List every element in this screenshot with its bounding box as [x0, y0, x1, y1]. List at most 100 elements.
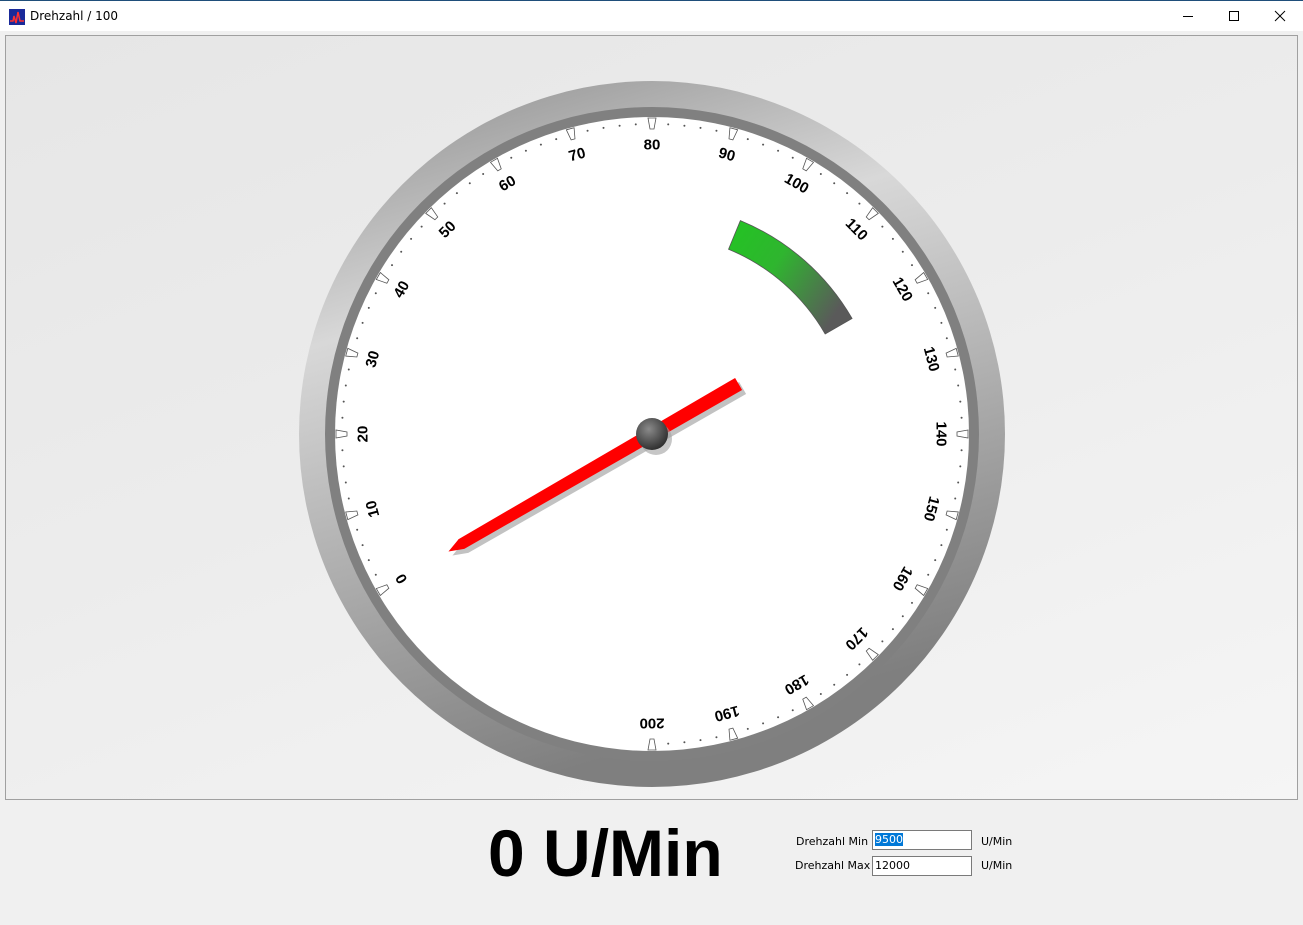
minor-tick — [374, 573, 377, 576]
minor-tick — [940, 321, 943, 324]
scale-label: 140 — [933, 421, 950, 446]
maximize-button[interactable] — [1211, 1, 1257, 31]
minor-tick — [954, 368, 957, 371]
minor-tick — [539, 143, 542, 146]
window-title: Drehzahl / 100 — [30, 9, 119, 23]
minor-tick — [374, 292, 377, 295]
minor-tick — [683, 124, 686, 127]
minor-tick — [342, 400, 345, 403]
scale-label: 80 — [644, 137, 661, 154]
minor-tick — [634, 123, 637, 126]
speed-gauge: 010203040506070 80 90100110120130140150160… — [299, 81, 1005, 787]
minor-tick — [960, 449, 963, 452]
minor-tick — [833, 182, 836, 185]
minor-tick — [891, 237, 894, 240]
gauge-panel: 0 10 20 30 40 50 60 70 80 90 100 110 120 130 140 150 160… — [5, 35, 1298, 800]
minor-tick — [342, 465, 345, 468]
min-unit: U/Min — [981, 835, 1013, 848]
minor-tick — [957, 384, 960, 387]
minor-tick — [819, 173, 822, 176]
minor-tick — [667, 742, 670, 745]
minor-tick — [699, 739, 702, 742]
minor-tick — [341, 449, 344, 452]
minor-tick — [945, 337, 948, 340]
minor-tick — [746, 727, 749, 730]
minor-tick — [881, 225, 884, 228]
close-button[interactable] — [1257, 1, 1303, 31]
minor-tick — [391, 264, 394, 267]
minor-tick — [846, 192, 849, 195]
minor-tick — [602, 126, 605, 129]
needle-hub — [636, 418, 668, 450]
minor-tick — [858, 202, 861, 205]
minor-tick — [846, 673, 849, 676]
minor-tick — [927, 573, 930, 576]
minor-tick — [400, 250, 403, 253]
max-label: Drehzahl Max — [795, 859, 871, 872]
minor-tick — [858, 663, 861, 666]
minor-tick — [667, 123, 670, 126]
minor-tick — [367, 306, 370, 309]
minor-tick — [443, 202, 446, 205]
title-bar: Drehzahl / 100 — [0, 0, 1303, 31]
minor-tick — [341, 416, 344, 419]
minor-tick — [957, 481, 960, 484]
minor-tick — [555, 138, 558, 141]
minor-tick — [746, 138, 749, 141]
minimize-button[interactable] — [1165, 1, 1211, 31]
minor-tick — [891, 628, 894, 631]
minor-tick — [934, 306, 937, 309]
minor-tick — [901, 250, 904, 253]
minor-tick — [699, 126, 702, 129]
min-label: Drehzahl Min — [796, 835, 869, 848]
scale-label: 20 — [355, 426, 372, 443]
minor-tick — [777, 149, 780, 152]
minor-tick — [819, 692, 822, 695]
min-value: 9500 — [875, 833, 903, 846]
minor-tick — [347, 368, 350, 371]
minor-tick — [586, 129, 589, 132]
minor-tick — [910, 601, 913, 604]
minor-tick — [367, 559, 370, 562]
max-field[interactable]: 12000 — [872, 856, 972, 876]
minor-tick — [683, 741, 686, 744]
minor-tick — [361, 544, 364, 547]
maximize-icon — [1229, 11, 1239, 21]
minor-tick — [715, 736, 718, 739]
minor-tick — [901, 615, 904, 618]
minor-tick — [468, 182, 471, 185]
minor-tick — [410, 237, 413, 240]
scale-label: 200 — [639, 715, 664, 732]
close-icon — [1274, 10, 1286, 22]
minor-tick — [420, 225, 423, 228]
minor-tick — [910, 264, 913, 267]
minor-tick — [777, 716, 780, 719]
rpm-readout: 0 U/Min — [488, 816, 723, 890]
minor-tick — [361, 321, 364, 324]
chart-app-icon — [9, 9, 25, 25]
minor-tick — [881, 640, 884, 643]
minor-tick — [934, 559, 937, 562]
minor-tick — [927, 292, 930, 295]
minor-tick — [940, 544, 943, 547]
max-value: 12000 — [875, 859, 910, 872]
minor-tick — [344, 481, 347, 484]
minor-tick — [762, 143, 765, 146]
minor-tick — [791, 709, 794, 712]
minor-tick — [455, 192, 458, 195]
minor-tick — [344, 384, 347, 387]
max-unit: U/Min — [981, 859, 1013, 872]
minor-tick — [482, 173, 485, 176]
minor-tick — [524, 149, 527, 152]
minor-tick — [954, 497, 957, 500]
minor-tick — [762, 722, 765, 725]
minor-tick — [833, 683, 836, 686]
min-field[interactable]: 9500 — [872, 830, 972, 850]
minor-tick — [356, 528, 359, 531]
minor-tick — [959, 465, 962, 468]
minor-tick — [791, 156, 794, 159]
minor-tick — [510, 156, 513, 159]
minimize-icon — [1183, 16, 1193, 17]
minor-tick — [715, 129, 718, 132]
minor-tick — [618, 124, 621, 127]
